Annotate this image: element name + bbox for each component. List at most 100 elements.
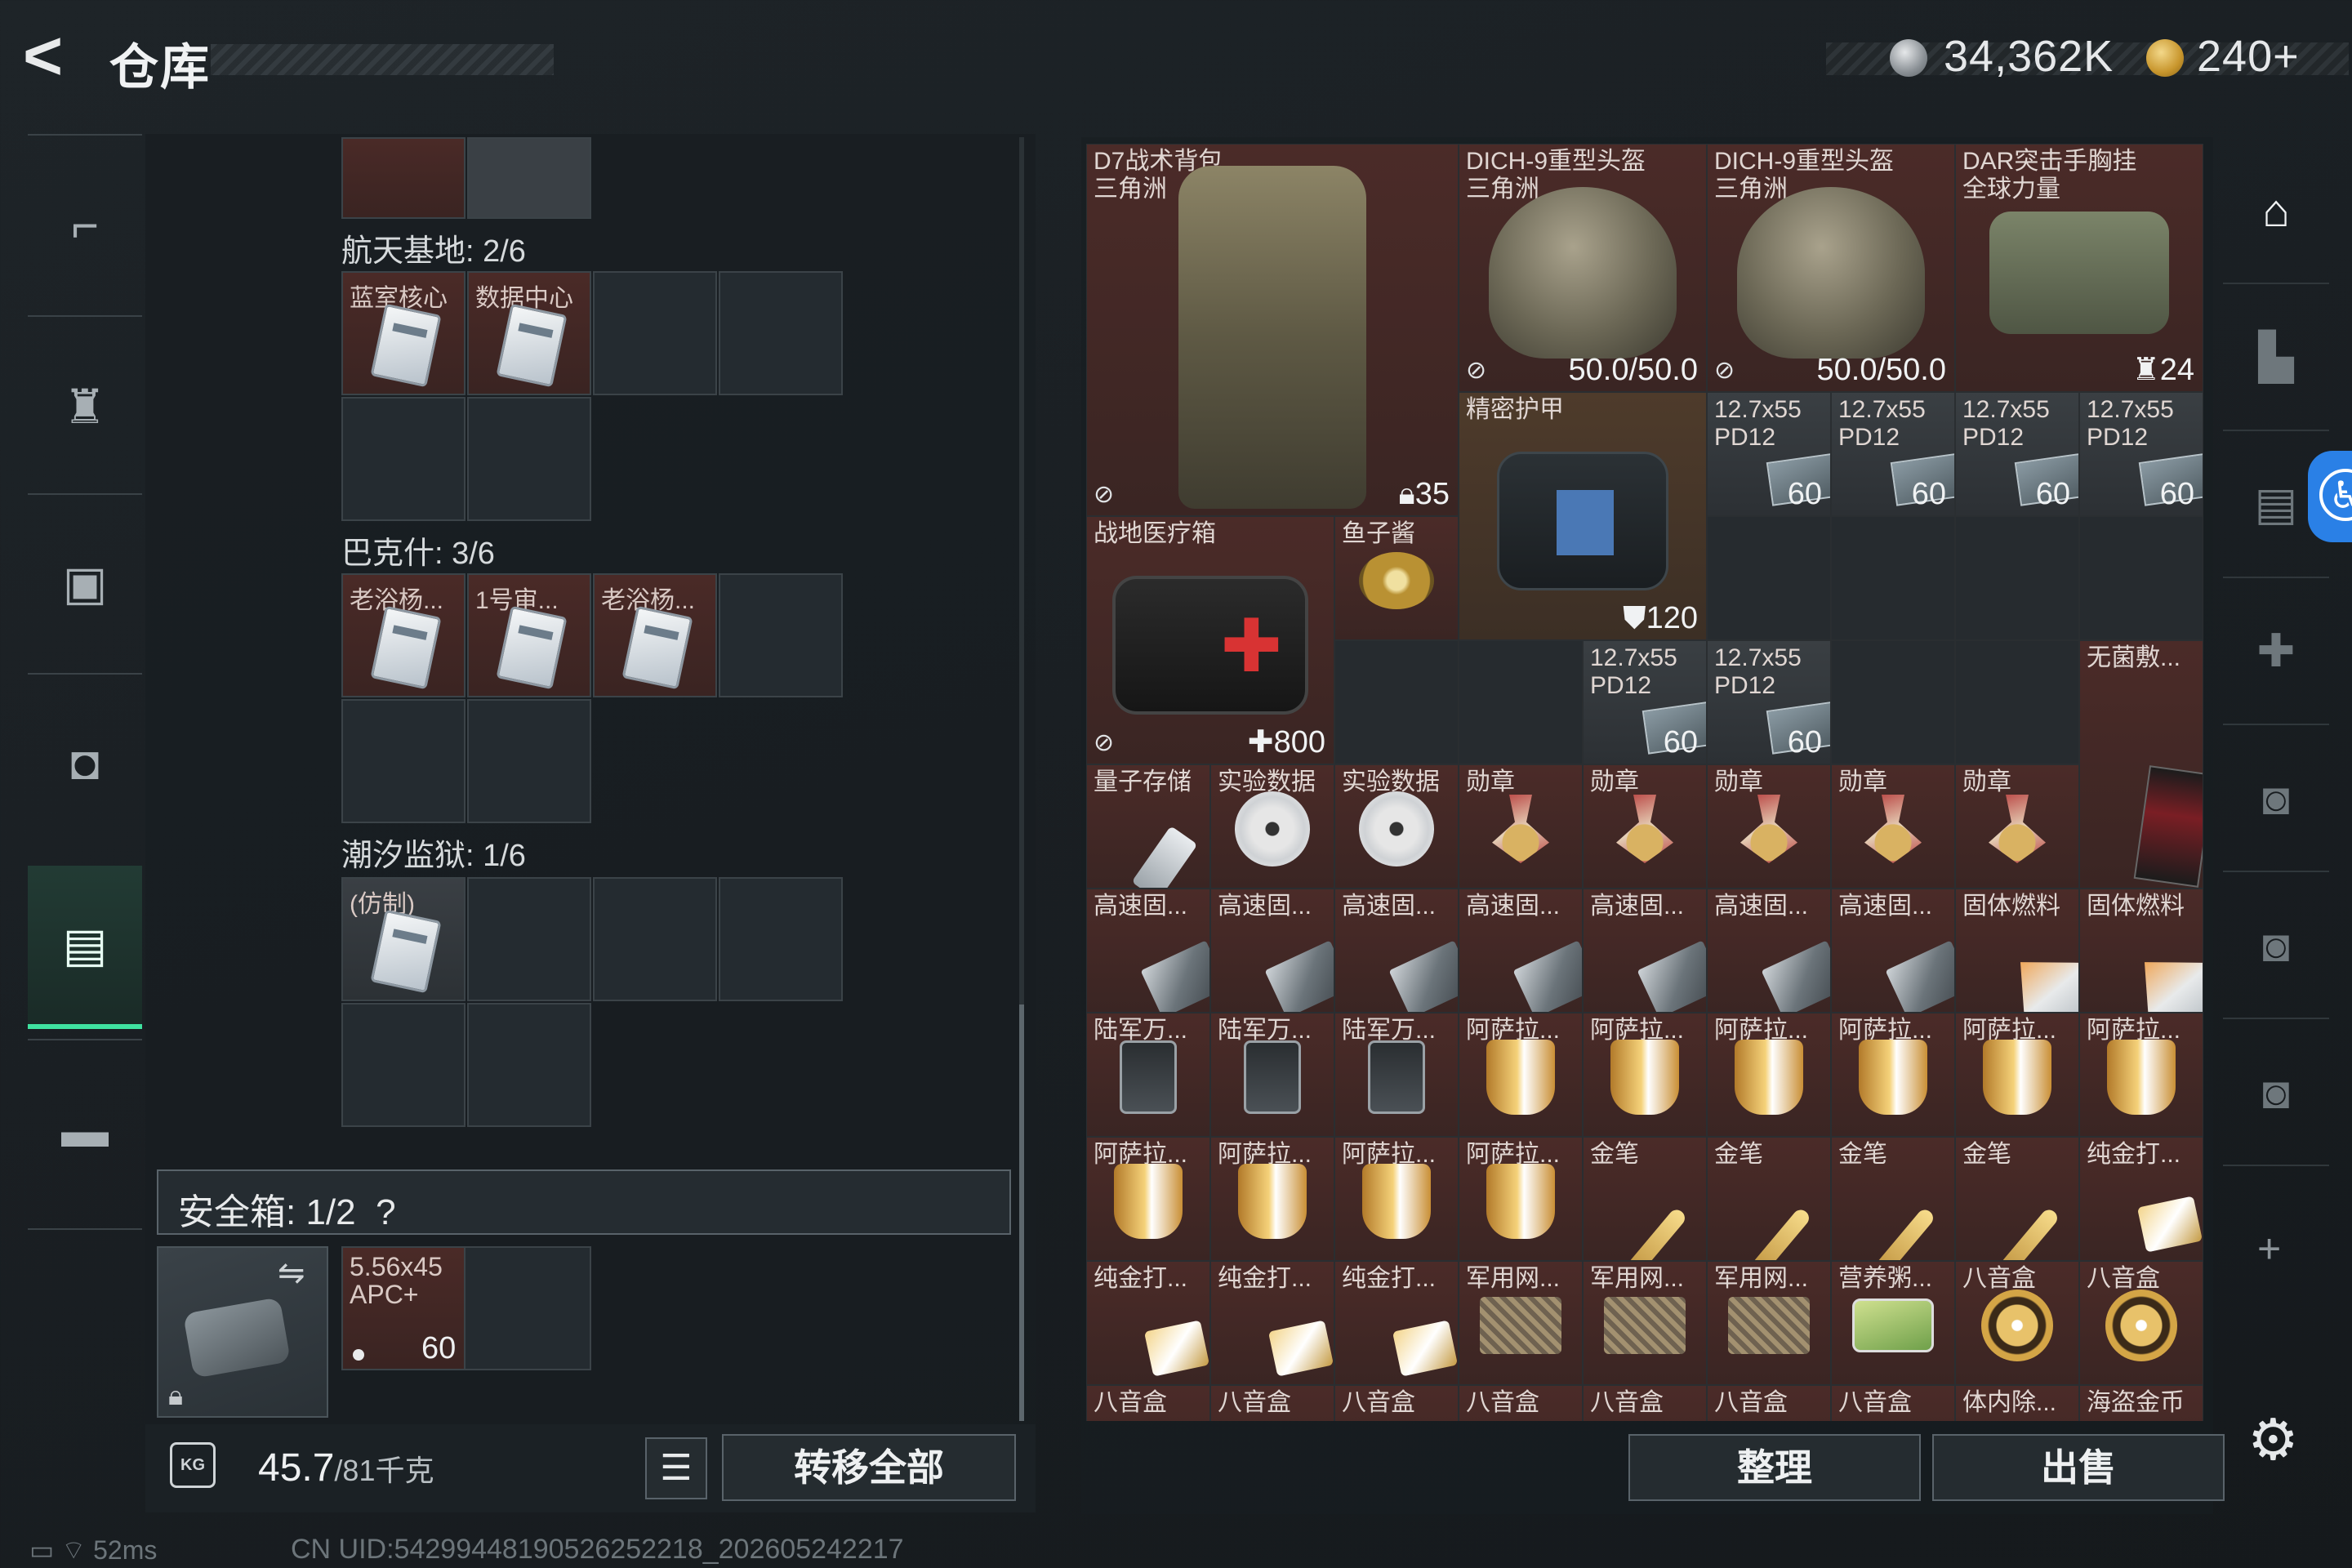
inventory-item[interactable]: 军用网... xyxy=(1707,1261,1831,1385)
item-slot[interactable]: 老浴杨... xyxy=(341,573,466,697)
empty-slot[interactable] xyxy=(467,877,591,1001)
empty-slot[interactable] xyxy=(341,699,466,823)
inventory-item[interactable]: 勋章 xyxy=(1583,764,1707,889)
empty-slot[interactable] xyxy=(467,397,591,521)
inventory-item[interactable]: 高速固... xyxy=(1831,889,1955,1013)
inventory-item[interactable]: 金笔 xyxy=(1707,1137,1831,1261)
inventory-item[interactable]: 阿萨拉... xyxy=(1334,1137,1459,1261)
inventory-item[interactable]: 纯金打... xyxy=(1334,1261,1459,1385)
inventory-item[interactable]: 实验数据 xyxy=(1210,764,1334,889)
inventory-item[interactable]: 陆军万... xyxy=(1086,1013,1210,1137)
ammo-item[interactable]: 12.7x55 PD12 60 xyxy=(2079,392,2203,516)
briefcase-tab[interactable]: ▬ xyxy=(28,1049,142,1212)
empty-slot[interactable] xyxy=(1831,640,1955,764)
empty-slot[interactable] xyxy=(719,271,843,395)
transfer-all-button[interactable]: 转移全部 xyxy=(722,1434,1016,1501)
inventory-item[interactable]: 勋章 xyxy=(1831,764,1955,889)
inventory-item[interactable]: 纯金打... xyxy=(1086,1261,1210,1385)
storage-tab-box[interactable]: ◙ xyxy=(2223,872,2329,1019)
left-scrollbar-thumb[interactable] xyxy=(1019,1004,1024,1421)
empty-slot[interactable] xyxy=(593,877,717,1001)
helmet-item[interactable]: DICH-9重型头盔 三角洲 ⊘ 50.0/50.0 xyxy=(1459,144,1707,392)
caviar-item[interactable]: 鱼子酱 xyxy=(1334,516,1459,640)
inventory-item[interactable]: 勋章 xyxy=(1955,764,2079,889)
ammo-item[interactable]: 12.7x55 PD12 60 xyxy=(1583,640,1707,764)
empty-slot[interactable] xyxy=(719,877,843,1001)
inventory-item[interactable]: 阿萨拉... xyxy=(1583,1013,1707,1137)
inventory-item[interactable]: 阿萨拉... xyxy=(1955,1013,2079,1137)
pouch-tab[interactable]: ◘ xyxy=(28,681,142,844)
case-tab[interactable]: ▤ xyxy=(28,866,142,1029)
sort-button[interactable]: 整理 xyxy=(1628,1434,1921,1501)
list-view-button[interactable]: ☰ xyxy=(645,1437,707,1499)
back-button[interactable]: < xyxy=(23,21,88,91)
ammo-item[interactable]: 12.7x55 PD12 60 xyxy=(1955,392,2079,516)
item-slot[interactable]: 1号审... xyxy=(467,573,591,697)
backpack-tab[interactable]: ▣ xyxy=(28,501,142,665)
inventory-item[interactable]: 高速固... xyxy=(1210,889,1334,1013)
inventory-item[interactable]: 固体燃料 xyxy=(2079,889,2203,1013)
empty-slot[interactable] xyxy=(593,271,717,395)
inventory-item[interactable]: 陆军万... xyxy=(1210,1013,1334,1137)
storage-tab-box[interactable]: ◙ xyxy=(2223,1019,2329,1166)
item-slot[interactable]: 数据中心 xyxy=(467,271,591,395)
inventory-item[interactable]: 阿萨拉... xyxy=(1086,1137,1210,1261)
empty-slot[interactable] xyxy=(1459,640,1583,764)
storage-home-tab[interactable]: ⌂ xyxy=(2223,137,2329,284)
inventory-item[interactable]: 陆军万... xyxy=(1334,1013,1459,1137)
item-slot[interactable]: (仿制) xyxy=(341,877,466,1001)
empty-slot[interactable] xyxy=(1955,516,2079,640)
add-storage-button[interactable]: + xyxy=(2257,1225,2281,1272)
storage-tab-medical[interactable]: ✚ xyxy=(2223,578,2329,725)
inventory-item[interactable]: 阿萨拉... xyxy=(2079,1013,2203,1137)
inventory-item[interactable]: 八音盒 xyxy=(1334,1385,1459,1421)
storage-tab-box[interactable]: ◙ xyxy=(2223,725,2329,872)
inventory-item[interactable]: 海盗金币 xyxy=(2079,1385,2203,1421)
inventory-item[interactable]: 军用网... xyxy=(1583,1261,1707,1385)
item-slot[interactable] xyxy=(341,137,466,219)
empty-slot[interactable] xyxy=(341,397,466,521)
inventory-item[interactable]: 勋章 xyxy=(1459,764,1583,889)
empty-slot[interactable] xyxy=(2079,516,2203,640)
inventory-item[interactable]: 八音盒 xyxy=(1955,1261,2079,1385)
sell-button[interactable]: 出售 xyxy=(1932,1434,2225,1501)
inventory-item[interactable]: 高速固... xyxy=(1334,889,1459,1013)
empty-slot[interactable] xyxy=(467,699,591,823)
empty-slot[interactable] xyxy=(1955,640,2079,764)
inventory-item[interactable]: 八音盒 xyxy=(2079,1261,2203,1385)
inventory-item[interactable]: 阿萨拉... xyxy=(1459,1013,1583,1137)
inventory-item[interactable]: 军用网... xyxy=(1459,1261,1583,1385)
inventory-item[interactable]: 阿萨拉... xyxy=(1210,1137,1334,1261)
medkit-item[interactable]: 战地医疗箱 ⊘ ✚800 xyxy=(1086,516,1334,764)
inventory-item[interactable]: 阿萨拉... xyxy=(1459,1137,1583,1261)
inventory-item[interactable]: 八音盒 xyxy=(1583,1385,1707,1421)
empty-slot[interactable] xyxy=(1334,640,1459,764)
inventory-item[interactable]: 八音盒 xyxy=(1459,1385,1583,1421)
inventory-item[interactable]: 金笔 xyxy=(1583,1137,1707,1261)
inventory-item[interactable]: 阿萨拉... xyxy=(1831,1013,1955,1137)
inventory-item[interactable]: 八音盒 xyxy=(1086,1385,1210,1421)
vest-tab[interactable]: ♜ xyxy=(28,325,142,488)
gold-currency-amount[interactable]: 240+ xyxy=(2197,31,2300,82)
inventory-item[interactable]: 勋章 xyxy=(1707,764,1831,889)
backpack-item[interactable]: D7战术背包 三角洲 ⊘ 🔒︎35 xyxy=(1086,144,1459,516)
empty-slot[interactable] xyxy=(467,1003,591,1127)
inventory-item[interactable]: 高速固... xyxy=(1707,889,1831,1013)
empty-slot[interactable] xyxy=(1831,516,1955,640)
settings-gear-icon[interactable]: ⚙ xyxy=(2247,1406,2299,1473)
inventory-item[interactable]: 金笔 xyxy=(1955,1137,2079,1261)
inventory-item[interactable]: 纯金打... xyxy=(1210,1261,1334,1385)
inventory-item[interactable]: 实验数据 xyxy=(1334,764,1459,889)
inventory-item[interactable]: 阿萨拉... xyxy=(1707,1013,1831,1137)
armor-item[interactable]: 精密护甲 ⛊120 xyxy=(1459,392,1707,640)
ammo-item[interactable]: 12.7x55 PD12 60 xyxy=(1707,640,1831,764)
weapon-tab[interactable]: ⌐ xyxy=(28,144,142,307)
help-icon[interactable]: ? xyxy=(376,1192,395,1232)
inventory-item[interactable]: 高速固... xyxy=(1459,889,1583,1013)
inventory-item[interactable]: 八音盒 xyxy=(1707,1385,1831,1421)
item-slot[interactable]: 蓝室核心 xyxy=(341,271,466,395)
empty-slot[interactable] xyxy=(1707,516,1831,640)
inventory-item[interactable]: 固体燃料 xyxy=(1955,889,2079,1013)
storage-tab-3[interactable]: ▙ xyxy=(2223,284,2329,431)
ammo-item[interactable]: 12.7x55 PD12 60 xyxy=(1707,392,1831,516)
